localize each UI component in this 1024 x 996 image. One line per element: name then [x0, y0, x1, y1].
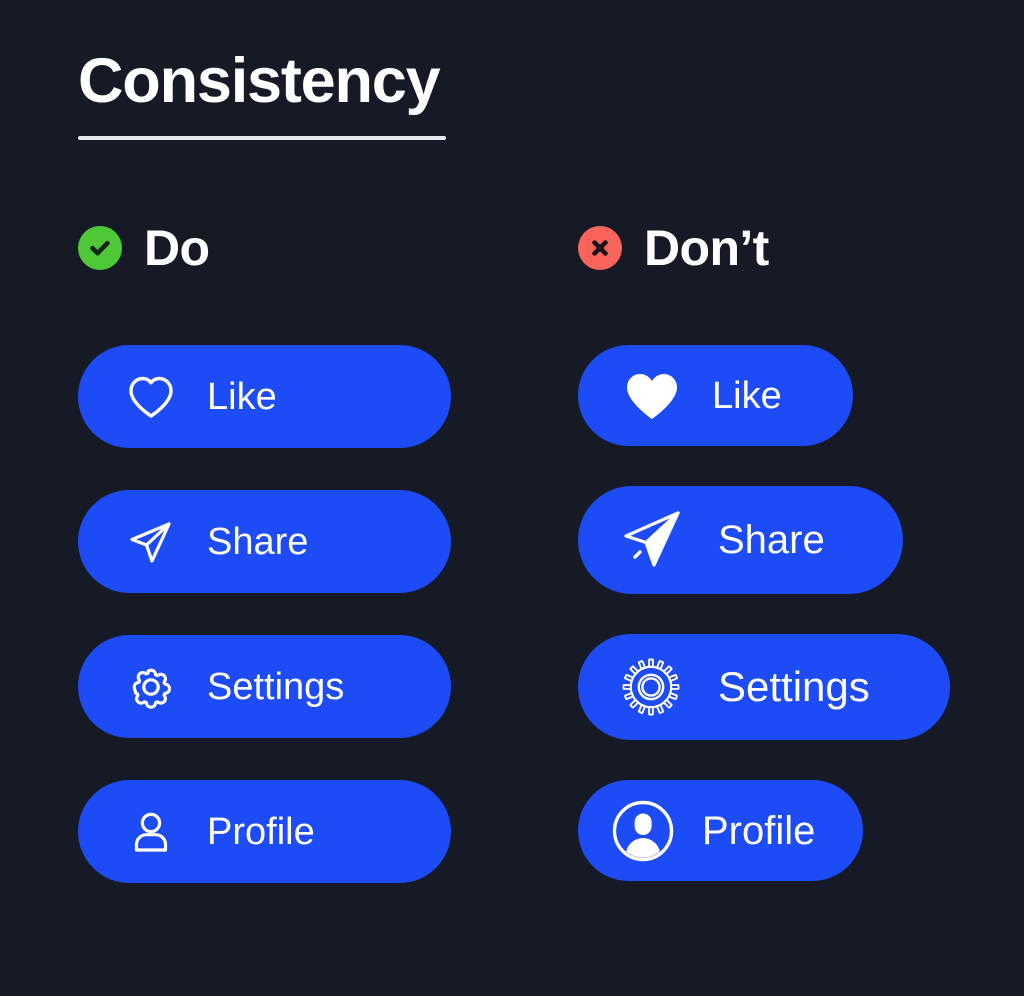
column-dont-label: Don’t [644, 220, 769, 276]
title-block: Consistency [78, 46, 448, 141]
title-underline-rule [78, 136, 446, 141]
share-button[interactable]: Share [578, 486, 903, 594]
x-circle-icon [578, 226, 622, 270]
paper-plane-half-filled-icon [618, 505, 688, 575]
heart-filled-icon [622, 366, 682, 426]
share-button[interactable]: Share [78, 490, 451, 593]
heart-outline-icon [125, 371, 177, 423]
consistency-guideline-card: Consistency Do Like Share Settings Profi… [0, 0, 1024, 996]
gear-fine-teeth-icon [620, 656, 682, 718]
like-button[interactable]: Like [578, 345, 853, 446]
column-dont-button-list: Like Share Settings Profile [578, 345, 950, 881]
settings-button-label: Settings [718, 663, 870, 710]
column-do-button-list: Like Share Settings Profile [78, 345, 451, 883]
page-title: Consistency [78, 46, 441, 116]
column-dont: Don’t Like Share Settings Profile [578, 212, 950, 881]
column-dont-heading: Don’t [578, 212, 950, 284]
profile-button-label: Profile [207, 810, 315, 853]
column-do: Do Like Share Settings Profile [78, 212, 451, 883]
settings-button-label: Settings [207, 665, 345, 708]
like-button-label: Like [712, 374, 782, 417]
paper-plane-outline-icon [125, 516, 177, 568]
profile-button[interactable]: Profile [78, 780, 451, 883]
person-avatar-filled-icon [610, 798, 676, 864]
share-button-label: Share [207, 520, 309, 563]
settings-button[interactable]: Settings [578, 634, 950, 740]
column-do-label: Do [144, 220, 210, 276]
like-button-label: Like [207, 375, 277, 418]
person-outline-icon [125, 806, 177, 858]
settings-button[interactable]: Settings [78, 635, 451, 738]
column-do-heading: Do [78, 212, 451, 284]
profile-button-label: Profile [702, 808, 816, 853]
gear-outline-icon [125, 661, 177, 713]
profile-button[interactable]: Profile [578, 780, 863, 881]
share-button-label: Share [718, 518, 825, 562]
like-button[interactable]: Like [78, 345, 451, 448]
check-circle-icon [78, 226, 122, 270]
